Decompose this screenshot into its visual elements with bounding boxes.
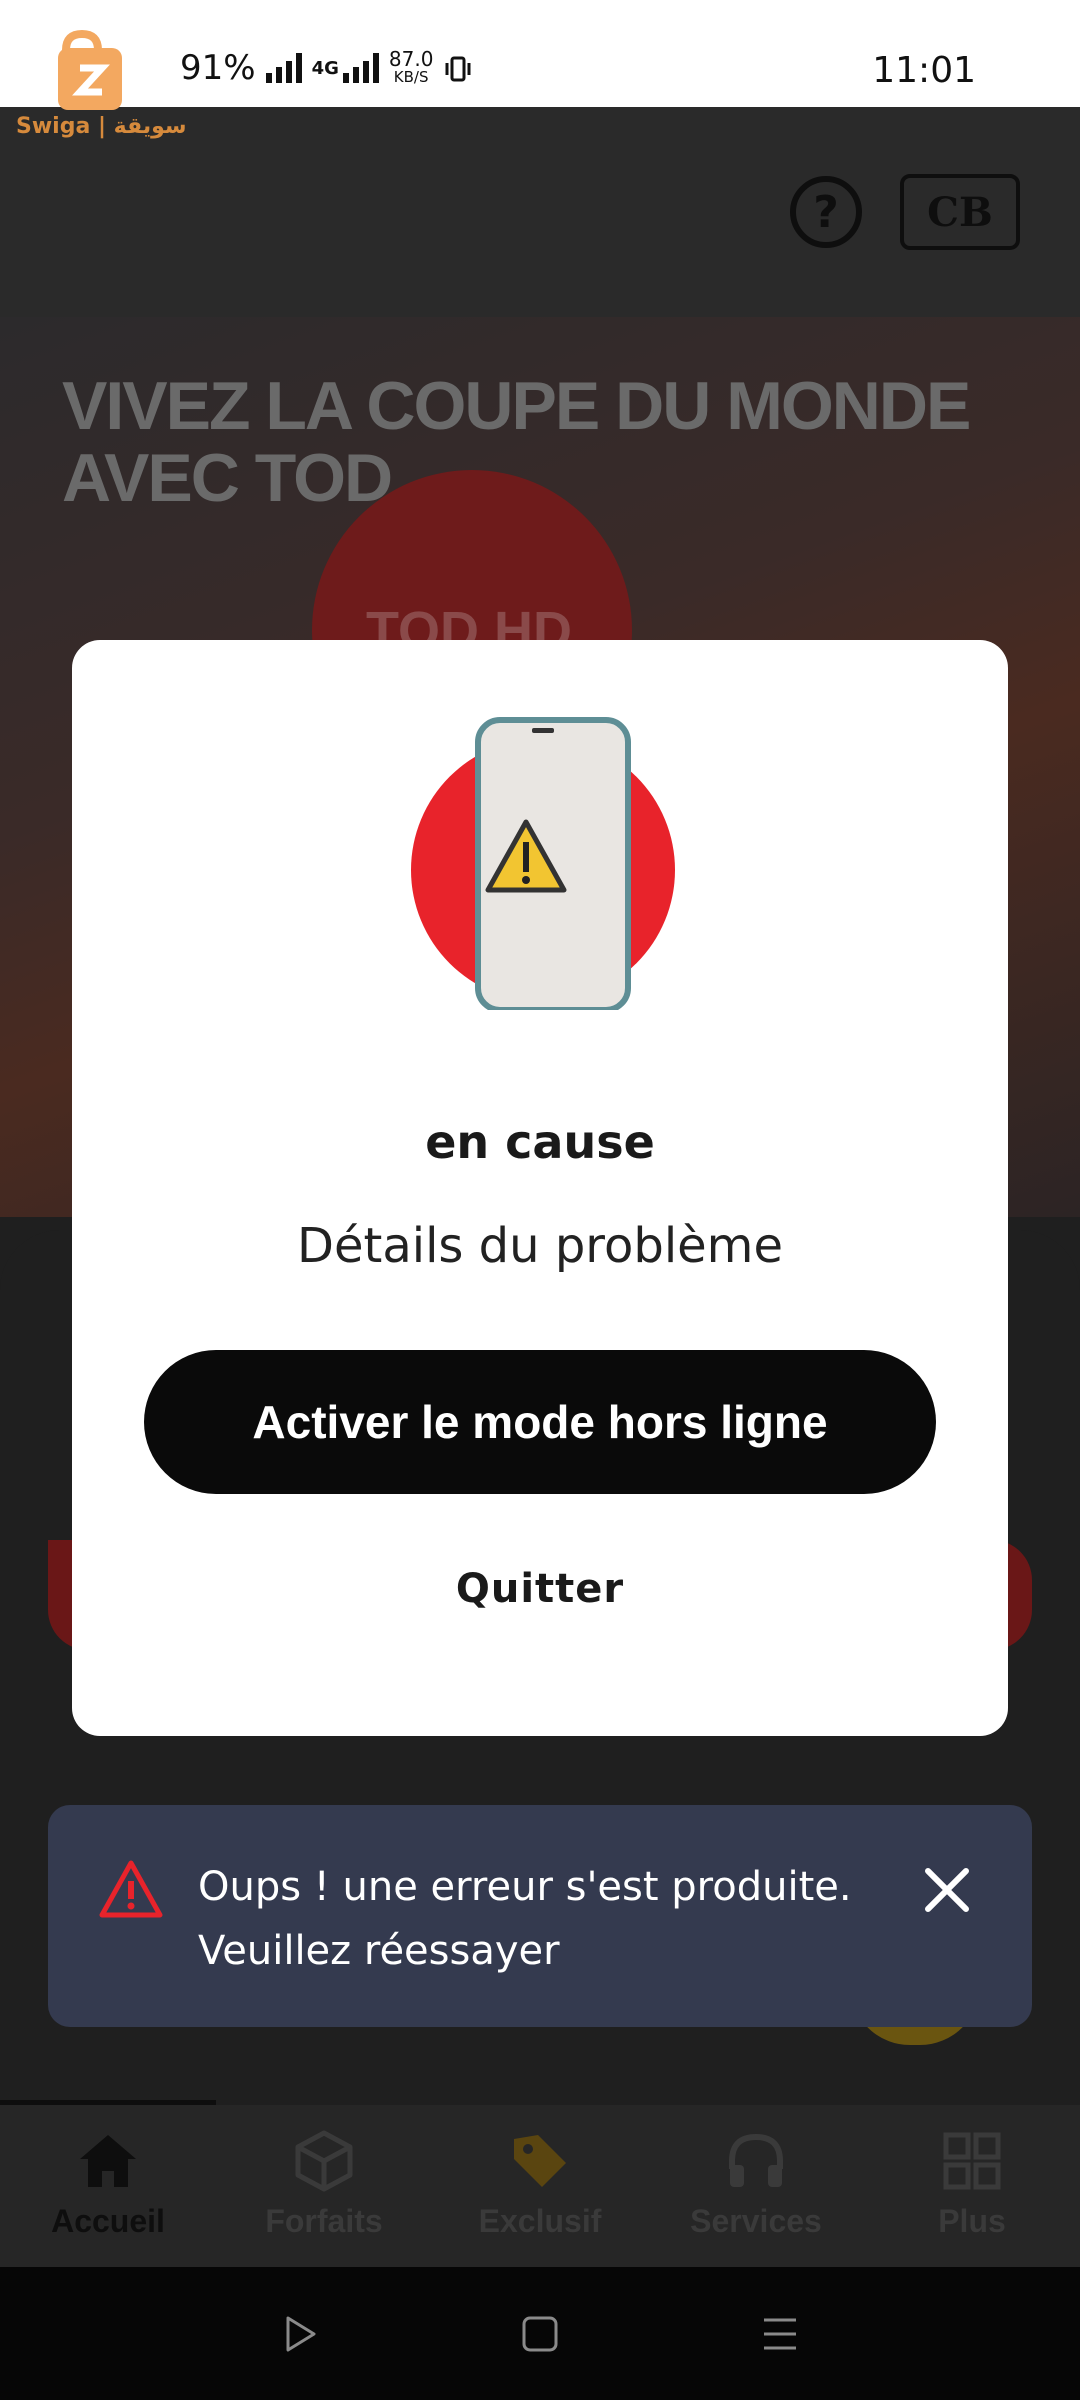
nav-item-exclusif[interactable]: Exclusif [432,2105,648,2267]
nav-label: Forfaits [265,2203,383,2239]
status-indicators: 91% 4G 87.0 KB/S [180,48,473,88]
nav-item-forfaits[interactable]: Forfaits [216,2105,432,2267]
battery-level: 91% [180,48,256,88]
help-icon[interactable]: ? [790,176,862,248]
bottom-nav: Accueil Forfaits Exclusif Services Plus [0,2105,1080,2267]
cb-badge[interactable]: CB [900,174,1020,250]
toast-message: Oups ! une erreur s'est produite. Veuill… [198,1864,852,1974]
tag-icon [514,2135,566,2187]
banner-title: VIVEZ LA COUPE DU MONDE AVEC TOD [62,368,971,516]
warning-triangle-icon [99,1860,163,1918]
signal-icon [265,53,302,83]
menu-button[interactable] [750,2304,810,2364]
nav-item-accueil[interactable]: Accueil [0,2105,216,2267]
home-button[interactable] [510,2304,570,2364]
headphones-icon [729,2133,783,2187]
quit-button[interactable]: Quitter [0,1566,1080,1612]
square-icon [522,2316,558,2351]
dialog-subtitle: Détails du problème [297,1218,783,1274]
nav-item-plus[interactable]: Plus [864,2105,1080,2267]
close-icon[interactable] [922,1865,972,1915]
clock: 11:01 [872,50,976,91]
nav-item-services[interactable]: Services [648,2105,864,2267]
network-type: 4G [312,53,379,83]
phone-warning-icon [411,717,675,1010]
vibrate-icon [443,53,473,83]
nav-label: Plus [938,2203,1006,2239]
home-icon [80,2135,136,2187]
menu-icon [764,2318,796,2349]
network-speed: 87.0 KB/S [388,47,434,86]
nav-label: Services [690,2203,822,2239]
watermark-text: Swiga | سويقة [16,114,187,139]
nav-label: Accueil [51,2203,165,2239]
offline-mode-button[interactable]: Activer le mode hors ligne [144,1350,936,1494]
dialog-title: en cause [425,1115,655,1169]
error-toast: Oups ! une erreur s'est produite. Veuill… [48,1805,1032,2027]
screen: 91% 4G 87.0 KB/S 11:01 Swiga | سويقة ? C… [0,0,1080,2400]
nav-label: Exclusif [478,2203,602,2239]
back-icon [286,2316,316,2351]
system-nav-bar [0,2267,1080,2400]
grid-icon [943,2132,1001,2190]
signal-icon-2 [342,53,379,83]
package-icon [295,2130,353,2192]
back-button[interactable] [270,2304,330,2364]
